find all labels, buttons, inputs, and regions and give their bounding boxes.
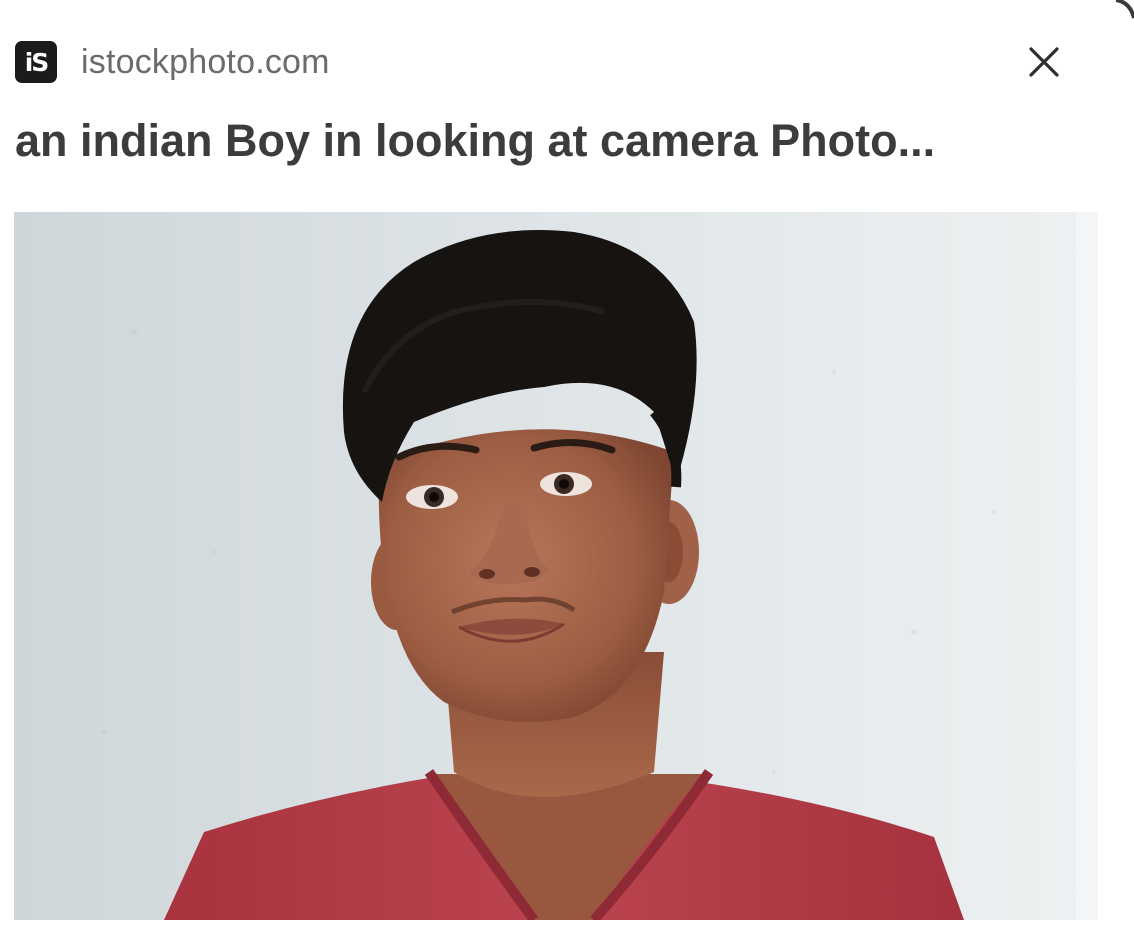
photo-preview[interactable] — [14, 212, 1098, 920]
close-button[interactable] — [1022, 40, 1066, 84]
image-preview-card: iS istockphoto.com an indian Boy in look… — [0, 0, 1134, 941]
istock-logo-icon: iS — [15, 41, 57, 83]
sheet-corner — [1115, 0, 1134, 19]
result-title[interactable]: an indian Boy in looking at camera Photo… — [15, 110, 1075, 172]
source-row[interactable]: iS istockphoto.com — [15, 41, 330, 83]
close-icon — [1029, 47, 1059, 77]
boy-portrait-image — [14, 212, 1098, 920]
site-name[interactable]: istockphoto.com — [81, 43, 330, 82]
